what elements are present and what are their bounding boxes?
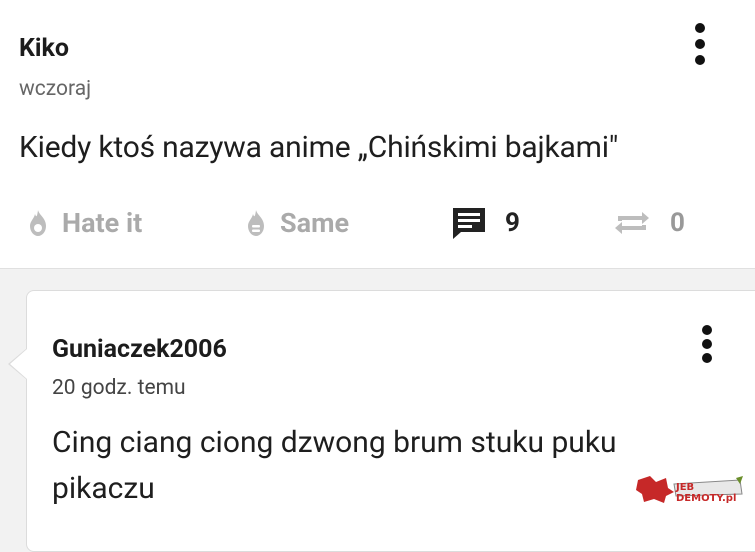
watermark-logo: JEB DEMOTY.pl <box>636 474 744 504</box>
more-vert-icon-dot <box>702 353 712 363</box>
comments-button[interactable]: 9 <box>451 198 520 248</box>
post-menu-button[interactable] <box>690 23 710 67</box>
comment-menu-button[interactable] <box>697 325 717 369</box>
more-vert-icon-dot <box>695 39 705 49</box>
comment-time: 20 godz. temu <box>52 376 186 400</box>
flame-icon <box>30 210 46 236</box>
more-vert-icon <box>702 325 712 335</box>
same-button[interactable]: Same <box>244 198 349 248</box>
comment-author[interactable]: Guniaczek2006 <box>52 335 227 364</box>
post-card: Kiko wczoraj Kiedy ktoś nazywa anime „Ch… <box>0 0 755 269</box>
post-time: wczoraj <box>19 77 92 101</box>
post-actions: Hate it Same 9 0 <box>0 198 755 248</box>
reposts-count: 0 <box>670 208 685 238</box>
repost-button[interactable]: 0 <box>612 198 685 248</box>
watermark-text: JEB DEMOTY.pl <box>676 482 737 504</box>
repost-icon <box>615 212 649 234</box>
comment-icon <box>453 208 485 239</box>
more-vert-icon-dot <box>702 339 712 349</box>
flame-outline-icon <box>248 210 264 236</box>
hate-it-label: Hate it <box>62 207 143 239</box>
post-author[interactable]: Kiko <box>19 34 69 63</box>
hate-it-button[interactable]: Hate it <box>26 198 142 248</box>
post-text: Kiedy ktoś nazywa anime „Chińskimi bajka… <box>19 130 619 165</box>
comment-text: Cing ciang ciong dzwong brum stuku puku … <box>52 425 617 506</box>
same-label: Same <box>280 207 350 239</box>
comments-count: 9 <box>505 208 520 238</box>
more-vert-icon-dot <box>695 55 705 65</box>
comment-pointer-fill <box>10 349 27 379</box>
more-vert-icon <box>695 23 705 33</box>
